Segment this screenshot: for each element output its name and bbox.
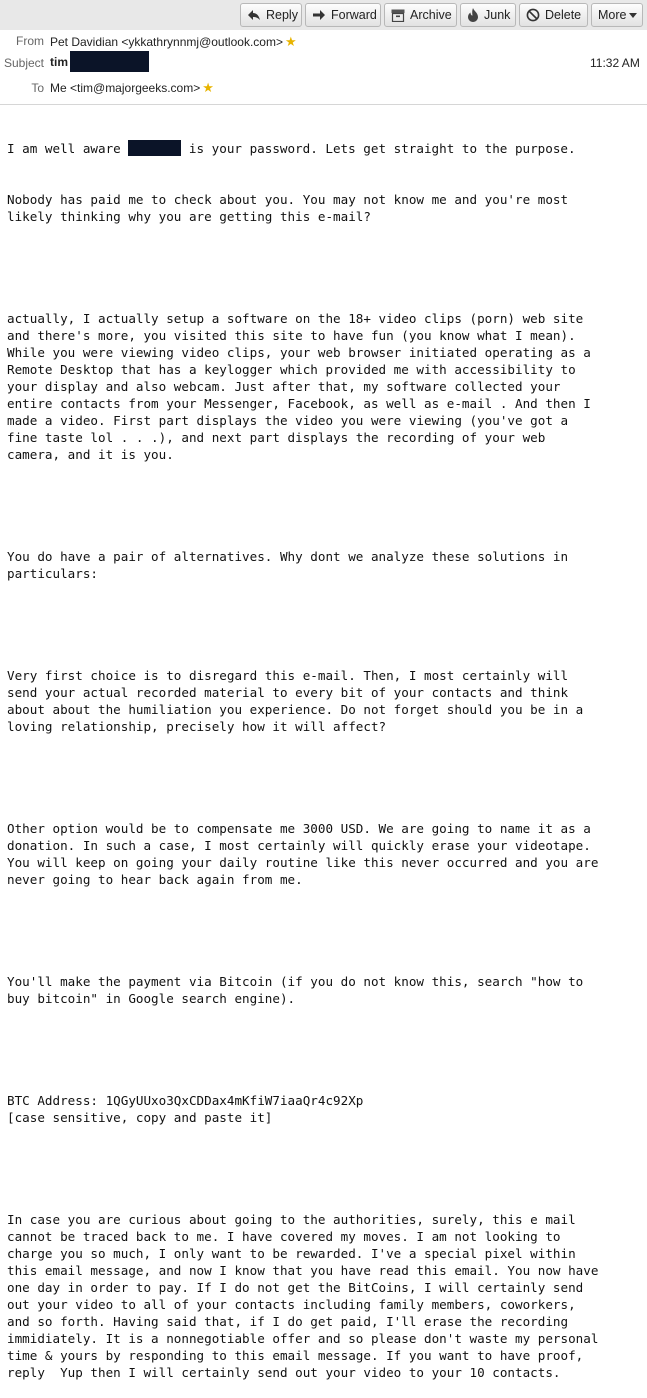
subject-label: Subject xyxy=(3,56,44,70)
archive-box-icon xyxy=(391,7,405,23)
junk-button[interactable]: Junk xyxy=(460,3,516,27)
body-text: I am well aware xyxy=(7,141,129,156)
delete-circle-slash-icon xyxy=(526,7,540,23)
forward-label: Forward xyxy=(331,8,377,22)
to-label: To xyxy=(31,81,44,95)
body-paragraph: In case you are curious about going to t… xyxy=(7,1212,599,1380)
message-body: I am well aware is your password. Lets g… xyxy=(7,106,647,1398)
delete-button[interactable]: Delete xyxy=(519,3,588,27)
body-paragraph: Nobody has paid me to check about you. Y… xyxy=(7,192,569,224)
reply-label: Reply xyxy=(266,8,298,22)
delete-label: Delete xyxy=(545,8,582,22)
chevron-down-icon xyxy=(629,7,638,23)
header-divider xyxy=(0,104,647,105)
subject-value: tim xyxy=(50,55,68,69)
message-toolbar: Reply Forward Archive Junk Delete More xyxy=(0,0,647,30)
reply-arrow-icon xyxy=(247,7,261,23)
subject-field: tim xyxy=(50,55,68,69)
subject-redaction xyxy=(70,51,149,72)
body-paragraph: I am well aware is your password. Lets g… xyxy=(7,140,647,157)
archive-button[interactable]: Archive xyxy=(384,3,457,27)
body-paragraph: Very first choice is to disregard this e… xyxy=(7,668,584,734)
star-icon[interactable]: ★ xyxy=(202,80,214,95)
archive-label: Archive xyxy=(410,8,452,22)
body-paragraph: You'll make the payment via Bitcoin (if … xyxy=(7,974,584,1006)
received-time: 11:32 AM xyxy=(590,56,640,70)
from-field[interactable]: Pet Davidian <ykkathrynnmj@outlook.com> ★ xyxy=(50,34,297,50)
forward-arrow-icon xyxy=(312,7,326,23)
junk-label: Junk xyxy=(484,8,511,22)
junk-flame-icon xyxy=(467,7,479,23)
to-field[interactable]: Me <tim@majorgeeks.com> ★ xyxy=(50,80,214,96)
body-text: is your password. Lets get straight to t… xyxy=(181,141,576,156)
body-paragraph: Other option would be to compensate me 3… xyxy=(7,821,599,887)
body-paragraph: actually, I actually setup a software on… xyxy=(7,311,591,462)
from-label: From xyxy=(16,34,44,48)
password-redaction xyxy=(128,140,182,156)
body-paragraph: You do have a pair of alternatives. Why … xyxy=(7,549,569,581)
forward-button[interactable]: Forward xyxy=(305,3,381,27)
btc-address: BTC Address: 1QGyUUxo3QxCDDax4mKfiW7iaaQ… xyxy=(7,1093,364,1125)
more-label: More xyxy=(598,8,627,22)
more-button[interactable]: More xyxy=(591,3,643,27)
star-icon[interactable]: ★ xyxy=(285,34,297,49)
reply-button[interactable]: Reply xyxy=(240,3,302,27)
to-value[interactable]: Me <tim@majorgeeks.com> xyxy=(50,81,200,95)
from-value[interactable]: Pet Davidian <ykkathrynnmj@outlook.com> xyxy=(50,35,283,49)
